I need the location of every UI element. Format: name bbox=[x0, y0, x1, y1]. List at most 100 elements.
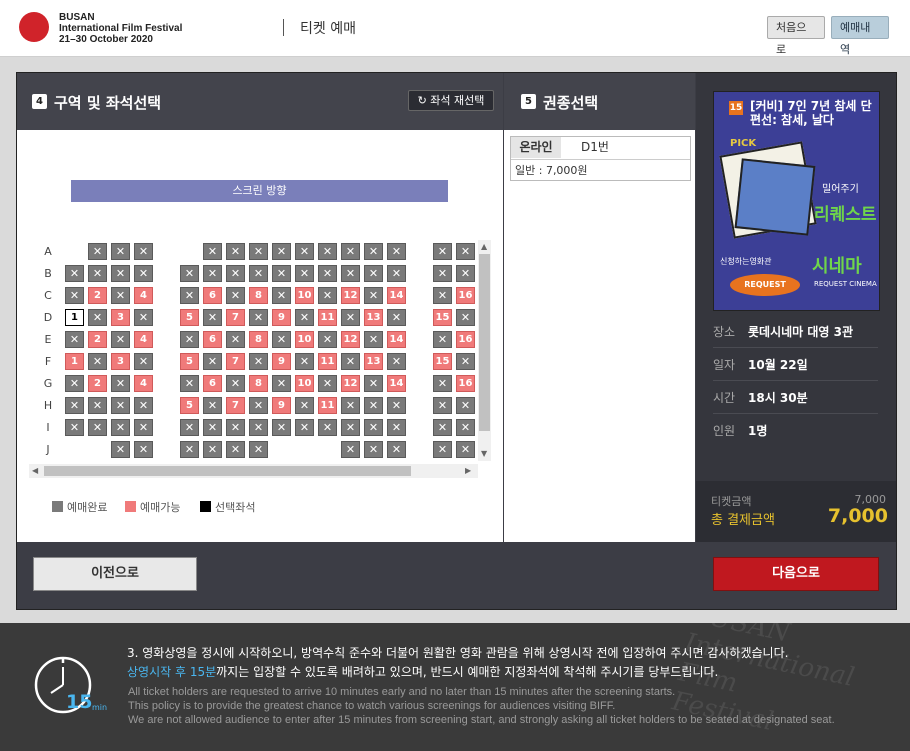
seat-available[interactable]: 9 bbox=[272, 353, 291, 370]
seat-sold: ✕ bbox=[433, 397, 452, 414]
seat-available[interactable]: 5 bbox=[180, 397, 199, 414]
seat-available[interactable]: 12 bbox=[341, 375, 360, 392]
seat-sold: ✕ bbox=[456, 419, 475, 436]
legend-swatch bbox=[200, 501, 211, 512]
seat-sold: ✕ bbox=[249, 353, 268, 370]
seat-available[interactable]: 13 bbox=[364, 353, 383, 370]
seat-sold: ✕ bbox=[111, 441, 130, 458]
seat-sold: ✕ bbox=[65, 331, 84, 348]
seat-available[interactable]: 4 bbox=[134, 375, 153, 392]
seat-sold: ✕ bbox=[272, 375, 291, 392]
seat-sold: ✕ bbox=[433, 419, 452, 436]
seat-available[interactable]: 14 bbox=[387, 375, 406, 392]
start-over-button[interactable]: 처음으로 bbox=[767, 16, 825, 56]
seat-sold: ✕ bbox=[65, 419, 84, 436]
seat-selected[interactable]: 1 bbox=[65, 309, 84, 326]
seat-sold: ✕ bbox=[318, 265, 337, 282]
step-number: 5 bbox=[521, 94, 536, 109]
previous-button[interactable]: 이전으로 bbox=[33, 557, 197, 591]
seat-available[interactable]: 10 bbox=[295, 331, 314, 348]
seat-available[interactable]: 8 bbox=[249, 375, 268, 392]
seat-sold: ✕ bbox=[364, 287, 383, 304]
seat-available[interactable]: 11 bbox=[318, 309, 337, 326]
seat-available[interactable]: 5 bbox=[180, 353, 199, 370]
info-time: 시간 18시 30분 bbox=[713, 381, 878, 414]
seat-available[interactable]: 14 bbox=[387, 331, 406, 348]
seat-available[interactable]: 3 bbox=[111, 353, 130, 370]
seat-sold: ✕ bbox=[433, 331, 452, 348]
seat-sold: ✕ bbox=[249, 309, 268, 326]
movie-info-panel: 15 [커비] 7인 7년 참세 단편선: 참세, 날다 PICK 밀어주기 리… bbox=[696, 73, 896, 542]
seat-available[interactable]: 6 bbox=[203, 331, 222, 348]
online-tag: 온라인 bbox=[511, 137, 561, 158]
horizontal-scrollbar[interactable]: ◀ ▶ bbox=[29, 464, 478, 478]
seat-available[interactable]: 16 bbox=[456, 375, 475, 392]
seat-available[interactable]: 4 bbox=[134, 287, 153, 304]
seat-reselect-button[interactable]: ↻ 좌석 재선택 bbox=[408, 90, 494, 111]
seat-available[interactable]: 9 bbox=[272, 309, 291, 326]
seat-available[interactable]: 10 bbox=[295, 287, 314, 304]
next-button[interactable]: 다음으로 bbox=[713, 557, 879, 591]
booking-history-button[interactable]: 예매내역 bbox=[831, 16, 889, 56]
seat-available[interactable]: 7 bbox=[226, 397, 245, 414]
seat-available[interactable]: 6 bbox=[203, 287, 222, 304]
seat-available[interactable]: 1 bbox=[65, 353, 84, 370]
seat-available[interactable]: 9 bbox=[272, 397, 291, 414]
seat-sold: ✕ bbox=[341, 309, 360, 326]
seat-sold: ✕ bbox=[88, 353, 107, 370]
row-label-h: H bbox=[43, 399, 53, 412]
seat-sold: ✕ bbox=[364, 397, 383, 414]
seat-available[interactable]: 15 bbox=[433, 309, 452, 326]
scroll-up-icon[interactable]: ▲ bbox=[481, 243, 487, 251]
seat-available[interactable]: 10 bbox=[295, 375, 314, 392]
seat-available[interactable]: 2 bbox=[88, 375, 107, 392]
seat-available[interactable]: 3 bbox=[111, 309, 130, 326]
seat-available[interactable]: 12 bbox=[341, 331, 360, 348]
seat-sold: ✕ bbox=[295, 309, 314, 326]
seat-sold: ✕ bbox=[456, 309, 475, 326]
seat-available[interactable]: 8 bbox=[249, 331, 268, 348]
seat-available[interactable]: 2 bbox=[88, 331, 107, 348]
horizontal-scroll-thumb[interactable] bbox=[44, 466, 411, 476]
seat-available[interactable]: 11 bbox=[318, 397, 337, 414]
legend-selected: 선택좌석 bbox=[200, 499, 255, 515]
ticket-price-line[interactable]: 일반 : 7,000원 bbox=[511, 160, 690, 181]
seat-sold: ✕ bbox=[134, 353, 153, 370]
seat-available[interactable]: 14 bbox=[387, 287, 406, 304]
seat-available[interactable]: 12 bbox=[341, 287, 360, 304]
seat-available[interactable]: 8 bbox=[249, 287, 268, 304]
seat-available[interactable]: 5 bbox=[180, 309, 199, 326]
seat-available[interactable]: 7 bbox=[226, 353, 245, 370]
seat-available[interactable]: 6 bbox=[203, 375, 222, 392]
seat-available[interactable]: 11 bbox=[318, 353, 337, 370]
seat-sold: ✕ bbox=[295, 265, 314, 282]
minutes-number: 15 bbox=[66, 691, 93, 713]
total-price-value: 7,000 bbox=[827, 505, 888, 527]
seat-sold: ✕ bbox=[318, 243, 337, 260]
seat-sold: ✕ bbox=[387, 243, 406, 260]
ticket-type-box[interactable]: 온라인 D1번 일반 : 7,000원 bbox=[510, 136, 691, 181]
seat-sold: ✕ bbox=[226, 331, 245, 348]
footer-notice: BUSAN International Film Festival 15 min… bbox=[0, 623, 910, 751]
seat-available[interactable]: 13 bbox=[364, 309, 383, 326]
refresh-icon: ↻ bbox=[417, 94, 427, 107]
seat-available[interactable]: 16 bbox=[456, 287, 475, 304]
seat-sold: ✕ bbox=[364, 375, 383, 392]
seat-available[interactable]: 2 bbox=[88, 287, 107, 304]
vertical-scroll-thumb[interactable] bbox=[479, 254, 490, 431]
festival-watermark: BUSAN International Film Festival bbox=[669, 623, 863, 751]
seat-available[interactable]: 4 bbox=[134, 331, 153, 348]
scroll-left-icon[interactable]: ◀ bbox=[32, 467, 38, 475]
ticket-section-header: 5 권종선택 bbox=[504, 73, 695, 130]
poster-art bbox=[734, 158, 816, 236]
vertical-scrollbar[interactable]: ▲ ▼ bbox=[478, 240, 491, 461]
scroll-down-icon[interactable]: ▼ bbox=[481, 450, 487, 458]
seat-sold: ✕ bbox=[88, 419, 107, 436]
seat-available[interactable]: 7 bbox=[226, 309, 245, 326]
scroll-right-icon[interactable]: ▶ bbox=[465, 467, 471, 475]
step-number: 4 bbox=[32, 94, 47, 109]
seat-sold: ✕ bbox=[456, 243, 475, 260]
row-label-b: B bbox=[44, 267, 52, 280]
seat-available[interactable]: 16 bbox=[456, 331, 475, 348]
seat-available[interactable]: 15 bbox=[433, 353, 452, 370]
